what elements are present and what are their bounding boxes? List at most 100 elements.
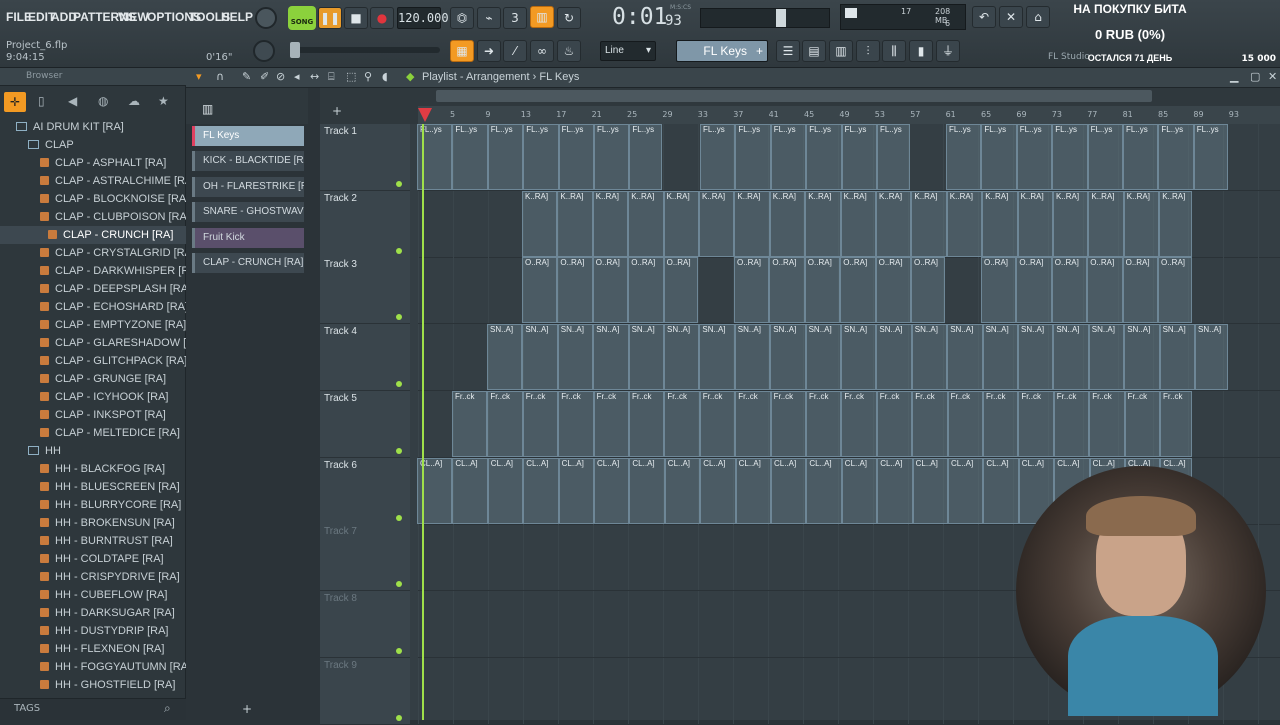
pattern-clip[interactable]: Fr..ck: [487, 390, 523, 457]
pattern-clip[interactable]: CL..A]: [629, 457, 665, 524]
pattern-clip[interactable]: O..RA]: [628, 257, 664, 324]
track-header[interactable]: Track 2: [320, 190, 410, 258]
pencil-icon[interactable]: ✎: [242, 70, 251, 83]
chevron-down-icon[interactable]: ▾: [196, 70, 202, 83]
master-volume-knob[interactable]: [255, 7, 277, 29]
browser-file[interactable]: CLAP - ECHOSHARD [RA]: [0, 298, 188, 316]
pattern-clip[interactable]: SN..A]: [947, 324, 983, 391]
pattern-clip[interactable]: SN..A]: [628, 324, 664, 391]
channel-rack-button[interactable]: ▥: [829, 40, 853, 62]
pattern-clip[interactable]: FL..ys: [452, 124, 488, 190]
slip-icon[interactable]: ↔: [310, 70, 319, 83]
search-icon[interactable]: ⌕: [164, 701, 171, 716]
slice-icon[interactable]: ⌸: [328, 70, 335, 84]
pattern-clip[interactable]: FL..ys: [806, 124, 842, 190]
track-header[interactable]: Track 7: [320, 524, 410, 592]
pattern-clip[interactable]: Fr..ck: [522, 390, 559, 457]
pattern-item[interactable]: Fruit Kick: [192, 227, 304, 248]
pattern-clip[interactable]: Fr..ck: [558, 390, 594, 457]
pattern-clip[interactable]: O..RA]: [522, 257, 558, 324]
pattern-clip[interactable]: Fr..ck: [629, 390, 665, 457]
pattern-clip[interactable]: FL..ys: [629, 124, 662, 190]
select-icon[interactable]: ⬚: [346, 70, 356, 83]
pattern-clip[interactable]: K..RA]: [1088, 190, 1124, 257]
browser-folder[interactable]: AI DRUM KIT [RA]: [0, 118, 186, 136]
playhead[interactable]: [422, 124, 424, 720]
pattern-clip[interactable]: CL..A]: [700, 457, 736, 524]
tool-brush-button[interactable]: ⁄: [503, 40, 527, 62]
track-header[interactable]: Track 8: [320, 590, 410, 658]
track-header[interactable]: Track 9: [320, 657, 410, 725]
browser-file[interactable]: HH - FOGGYAUTUMN [RA]: [0, 658, 191, 676]
maximize-icon[interactable]: ▢: [1250, 70, 1260, 83]
pattern-clip[interactable]: Fr..ck: [593, 390, 629, 457]
pattern-clip[interactable]: FL..ys: [558, 124, 594, 190]
pattern-clip[interactable]: K..RA]: [982, 190, 1018, 257]
pattern-clip[interactable]: SN..A]: [487, 324, 523, 391]
browser-file[interactable]: HH - CRISPYDRIVE [RA]: [0, 568, 186, 586]
globe-icon[interactable]: ◍: [98, 94, 108, 108]
track-enable-led[interactable]: [396, 447, 402, 454]
cloud-icon[interactable]: ☁: [128, 94, 140, 108]
pattern-clip[interactable]: SN..A]: [982, 324, 1018, 391]
pattern-clip[interactable]: Fr..ck: [452, 390, 488, 457]
pattern-clip[interactable]: O..RA]: [1051, 257, 1088, 324]
pattern-clip[interactable]: O..RA]: [1122, 257, 1158, 324]
browser-file[interactable]: HH - BROKENSUN [RA]: [0, 514, 186, 532]
pattern-clip[interactable]: FL..ys: [1087, 124, 1123, 190]
menu-help[interactable]: HELP: [221, 10, 253, 24]
browser-file[interactable]: CLAP - CRYSTALGRID [RA]: [0, 244, 195, 262]
pattern-clip[interactable]: CL..A]: [983, 457, 1019, 524]
browser-file[interactable]: CLAP - DEEPSPLASH [RA]: [0, 280, 191, 298]
browser-toggle-button[interactable]: ▮: [909, 40, 933, 62]
pattern-clip[interactable]: Fr..ck: [664, 390, 700, 457]
pattern-clip[interactable]: K..RA]: [699, 190, 735, 257]
track-enable-led[interactable]: [396, 181, 402, 187]
browser-all-button[interactable]: ✛: [4, 92, 26, 112]
pattern-clip[interactable]: CL..A]: [594, 457, 630, 524]
browser-file[interactable]: CLAP - GLITCHPACK [RA]: [0, 352, 187, 370]
pattern-clip[interactable]: CL..A]: [912, 457, 948, 524]
track-enable-led[interactable]: [396, 314, 402, 321]
browser-file[interactable]: CLAP - DARKWHISPER [RA]: [0, 262, 200, 280]
pattern-clip[interactable]: O..RA]: [981, 257, 1017, 324]
browser-file[interactable]: CLAP - BLOCKNOISE [RA]: [0, 190, 189, 208]
browser-file[interactable]: CLAP - CLUBPOISON [RA]: [0, 208, 190, 226]
track-enable-led[interactable]: [396, 514, 402, 521]
pattern-clip[interactable]: K..RA]: [840, 190, 876, 257]
pattern-clip[interactable]: FL..ys: [594, 124, 630, 190]
forward-button[interactable]: ➜: [477, 40, 501, 62]
pattern-clip[interactable]: O..RA]: [804, 257, 841, 324]
track-header[interactable]: Track 4: [320, 324, 410, 392]
pattern-clip[interactable]: O..RA]: [663, 257, 698, 324]
browser-file[interactable]: CLAP - GLARESHADOW [RA]: [0, 334, 205, 352]
pattern-clip[interactable]: O..RA]: [840, 257, 876, 324]
snap-select[interactable]: Line ▾: [600, 41, 656, 61]
countdown-button[interactable]: 3: [503, 7, 527, 29]
pattern-clip[interactable]: FL..ys: [770, 124, 807, 190]
pattern-clip[interactable]: CL..A]: [735, 457, 771, 524]
step-edit-button[interactable]: ▥: [530, 6, 554, 28]
pattern-item[interactable]: CLAP - CRUNCH [RA]: [192, 253, 304, 273]
playback-icon[interactable]: ◖: [382, 70, 388, 83]
song-position-clock[interactable]: 0:01: [612, 4, 667, 30]
pattern-clip[interactable]: O..RA]: [734, 257, 770, 324]
track-header[interactable]: Track 1: [320, 124, 410, 191]
pattern-clip[interactable]: K..RA]: [911, 190, 947, 257]
pattern-clip[interactable]: O..RA]: [1016, 257, 1052, 324]
pattern-clip[interactable]: Fr..ck: [1018, 390, 1054, 457]
pattern-clip[interactable]: O..RA]: [1087, 257, 1123, 324]
pattern-clip[interactable]: K..RA]: [1053, 190, 1089, 257]
pattern-clip[interactable]: SN..A]: [1018, 324, 1054, 391]
browser-folder[interactable]: HH: [0, 442, 186, 460]
channel-select[interactable]: FL Keys +: [676, 40, 768, 62]
metronome-button[interactable]: ⏣: [450, 7, 474, 29]
pattern-clip[interactable]: K..RA]: [734, 190, 770, 257]
zoom-icon[interactable]: ⚲: [364, 70, 372, 83]
pattern-clip[interactable]: K..RA]: [557, 190, 593, 257]
pattern-clip[interactable]: Fr..ck: [1124, 390, 1160, 457]
pattern-clip[interactable]: SN..A]: [522, 324, 558, 391]
mixer-button[interactable]: ⫶: [856, 40, 880, 62]
pattern-clip[interactable]: SN..A]: [1195, 324, 1228, 391]
browser-file[interactable]: HH - GHOSTFIELD [RA]: [0, 676, 186, 694]
